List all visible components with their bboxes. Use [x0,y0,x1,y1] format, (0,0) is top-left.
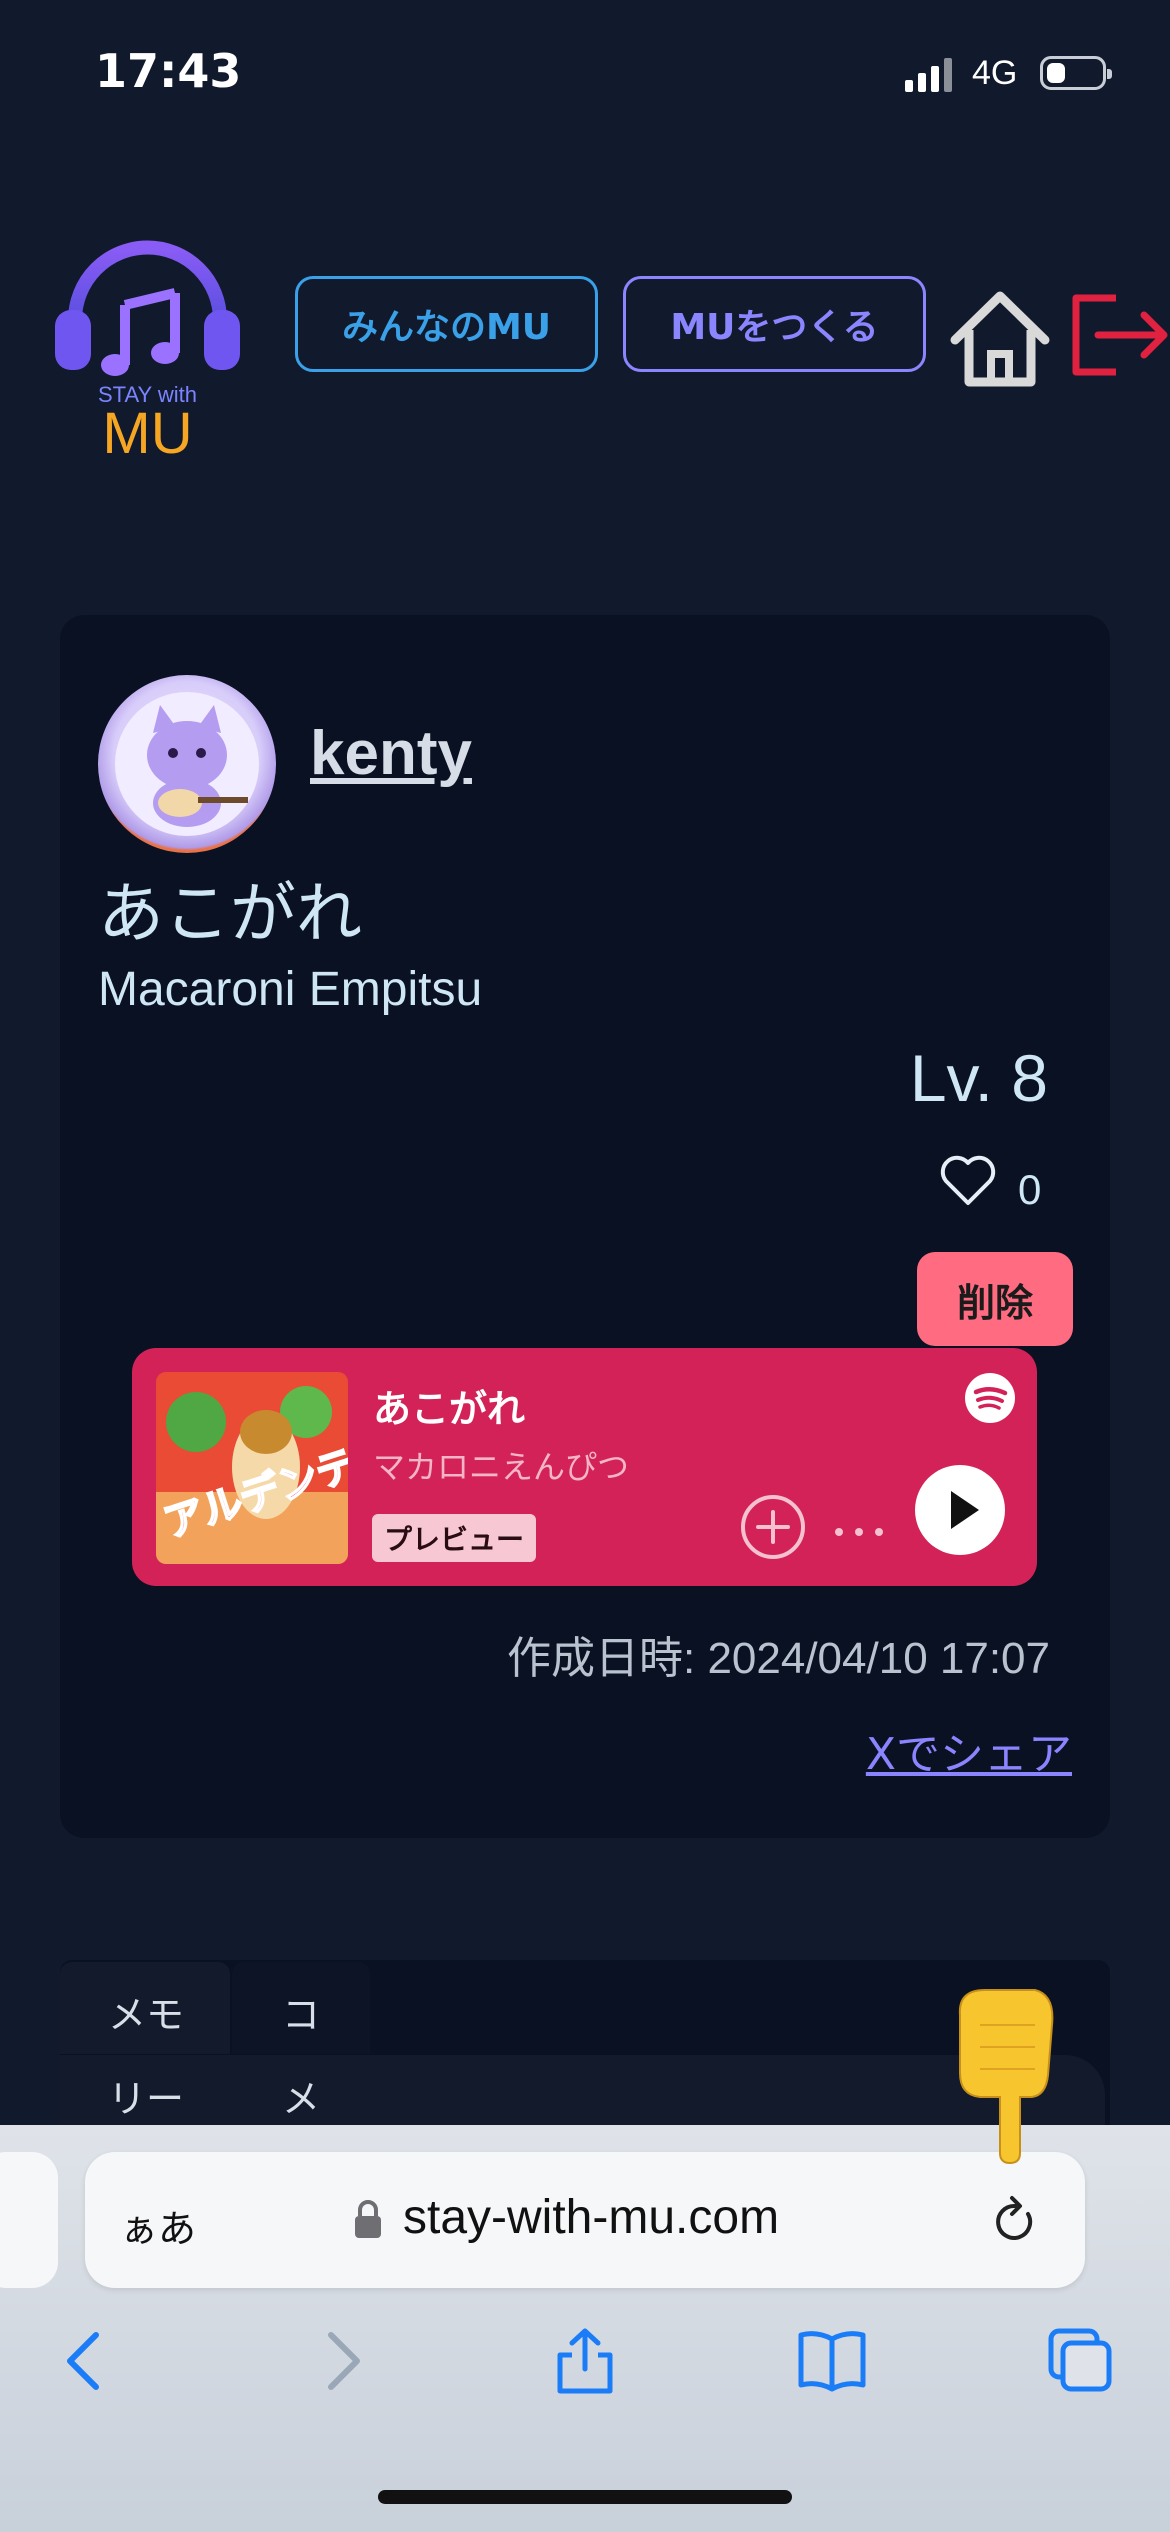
tab-memory-line1: メモ [108,1993,185,2037]
url-text[interactable]: stay-with-mu.com [403,2190,779,2245]
spotify-icon[interactable] [964,1372,1016,1424]
like-count: 0 [1018,1166,1042,1213]
reload-icon[interactable] [990,2192,1040,2248]
everyone-mu-button[interactable]: みんなのMU [295,276,598,372]
album-art[interactable]: アルデンテ [156,1372,348,1564]
tab-comment-line1: コ [282,1993,321,2037]
previous-tab-preview[interactable] [0,2152,58,2288]
tabs-icon[interactable] [1045,2325,1115,2395]
preview-badge: プレビュー [372,1514,536,1562]
embed-track-title[interactable]: あこがれ [373,1378,525,1433]
tab-memory-line2: リー [108,2077,185,2121]
username-link[interactable]: kenty [310,718,472,789]
bookmarks-icon[interactable] [797,2325,867,2395]
cat-guitar-avatar-icon [115,692,259,836]
user-avatar[interactable] [98,675,276,853]
reader-aa-button[interactable]: ぁあ [120,2198,196,2253]
tab-memory[interactable]: メモ リー [60,1962,230,2121]
tab-comment-line2: メ [282,2077,321,2121]
share-icon[interactable] [550,2325,620,2395]
share-on-x-link[interactable]: Xでシェア [866,1718,1072,1782]
pointing-hand-icon [958,1989,1054,2165]
signal-icon [905,58,953,92]
logo-text-bottom: MU [102,401,193,466]
album-art-image: アルデンテ [156,1372,348,1564]
network-label: 4G [972,54,1018,92]
tab-comment[interactable]: コ メ [232,1962,370,2121]
back-icon[interactable] [52,2325,122,2395]
delete-button[interactable]: 削除 [917,1252,1073,1346]
home-icon[interactable] [945,282,1055,392]
battery-icon [1040,56,1112,90]
logout-icon[interactable] [1068,290,1168,380]
make-mu-button[interactable]: MUをつくる [623,276,926,372]
heart-icon[interactable] [938,1153,998,1207]
add-circle-icon[interactable] [738,1492,808,1562]
song-title: あこがれ [98,875,362,952]
more-icon[interactable] [826,1492,892,1558]
level-label: Lv. 8 [909,1041,1048,1115]
status-time: 17:43 [95,44,242,98]
forward-icon[interactable] [305,2325,375,2395]
play-icon [951,1491,979,1529]
song-artist: Macaroni Empitsu [98,963,483,1016]
created-at: 作成日時: 2024/04/10 17:07 [507,1634,1050,1683]
play-button[interactable] [915,1465,1005,1555]
lock-icon [355,2200,381,2238]
home-indicator [378,2490,792,2504]
embed-track-artist[interactable]: マカロニえんぴつ [373,1442,629,1488]
